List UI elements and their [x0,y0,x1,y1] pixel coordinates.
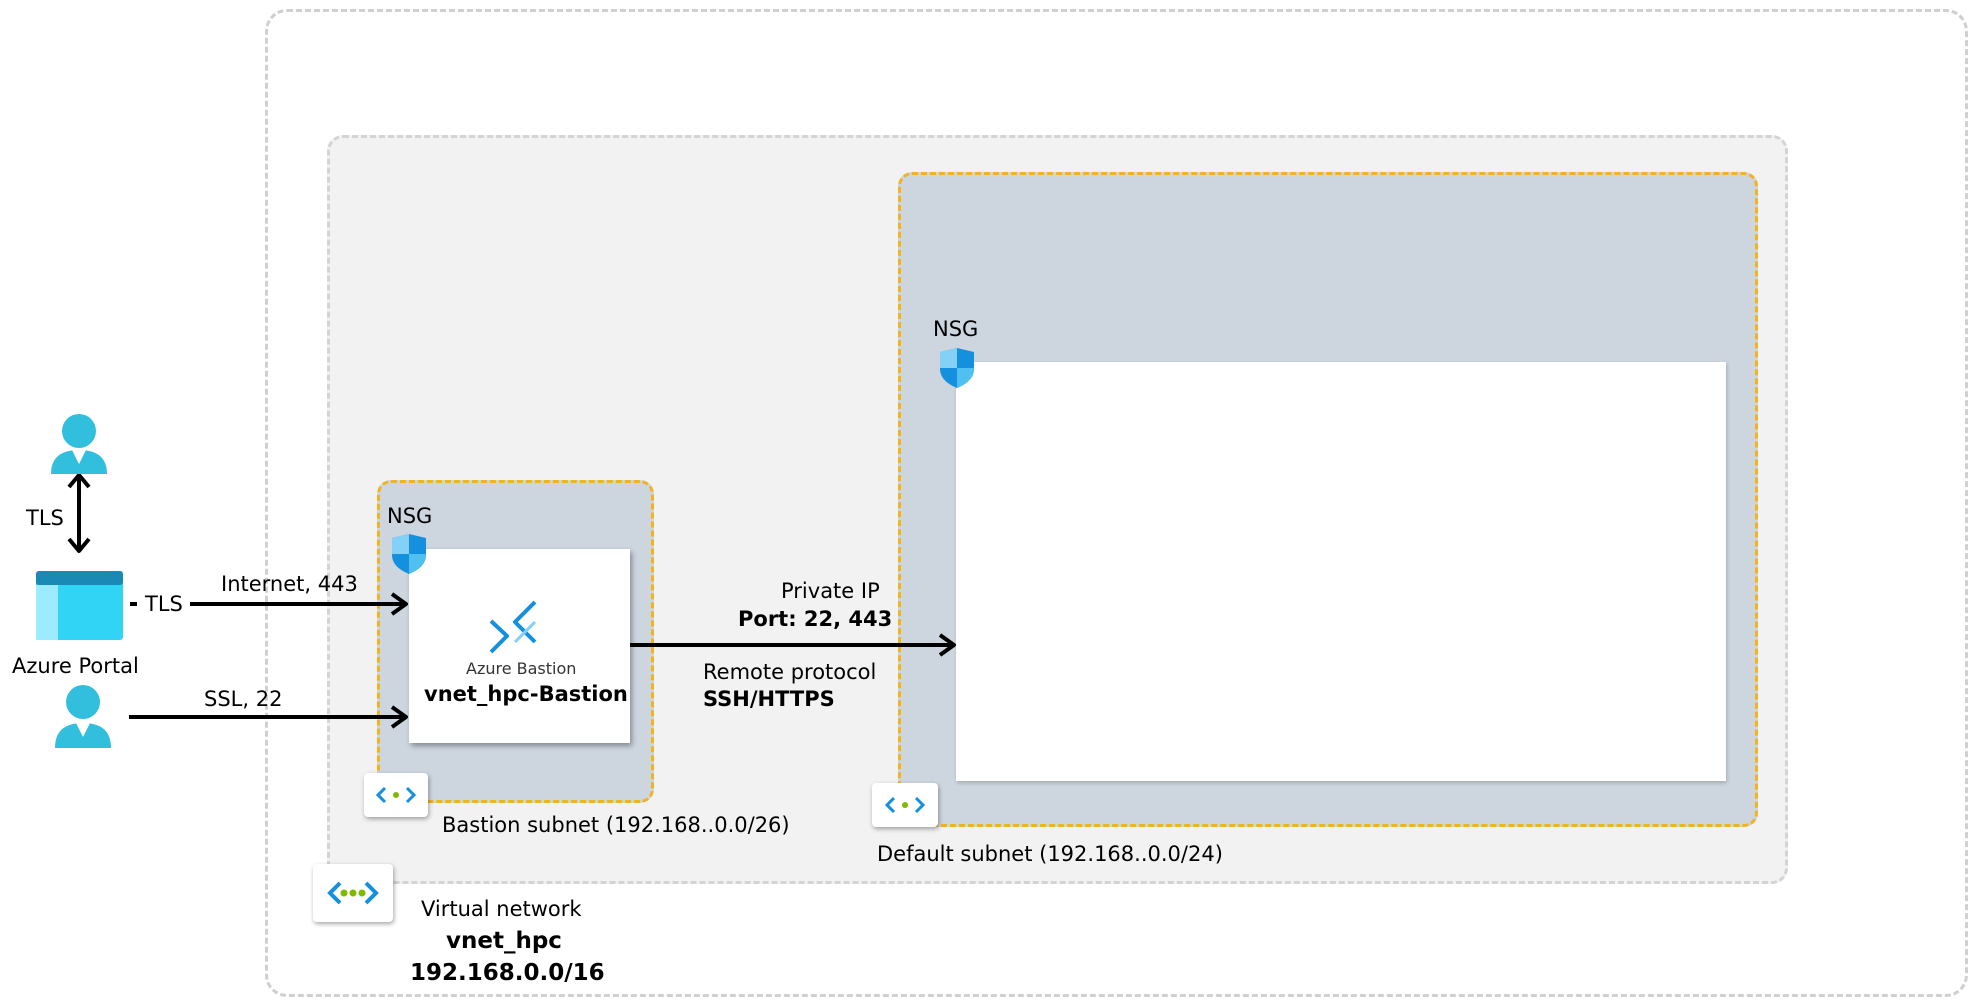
internet-label: Internet, 443 [221,572,358,596]
vnet-cidr: 192.168.0.0/16 [410,960,605,986]
ssl-label: SSL, 22 [204,687,283,711]
vnet-name: vnet_hpc [446,928,562,954]
default-subnet-label: Default subnet (192.168..0.0/24) [877,842,1223,866]
architecture-diagram: TLS TLS Azure Portal Internet, 443 SSL, … [0,0,1976,1006]
portal-side-tls-label: TLS [145,592,183,616]
bastion-nsg-label: NSG [387,504,433,528]
user-icon [55,685,111,748]
private-ip-arrow [630,633,956,657]
nsg-shield-icon [940,348,974,388]
azure-portal-label: Azure Portal [12,654,139,678]
remote-protocol-label: Remote protocol [703,660,877,684]
vnet-type-label: Virtual network [421,897,582,921]
internet-arrow [190,592,408,616]
port-label: Port: 22, 443 [738,607,893,631]
nsg-shield-icon [392,534,426,574]
azure-bastion-label: Azure Bastion [466,659,577,678]
ssh-https-label: SSH/HTTPS [703,687,835,711]
private-ip-label: Private IP [781,579,880,603]
tls-auth-label: TLS [26,506,64,530]
tls-double-arrow [67,473,91,553]
user-icon [51,414,107,474]
bastion-subnet-label: Bastion subnet (192.168..0.0/26) [442,813,790,837]
azure-portal-icon [36,571,123,640]
bastion-name: vnet_hpc-Bastion [424,682,628,706]
default-nsg-label: NSG [933,317,979,341]
azure-bastion-icon [489,600,537,654]
